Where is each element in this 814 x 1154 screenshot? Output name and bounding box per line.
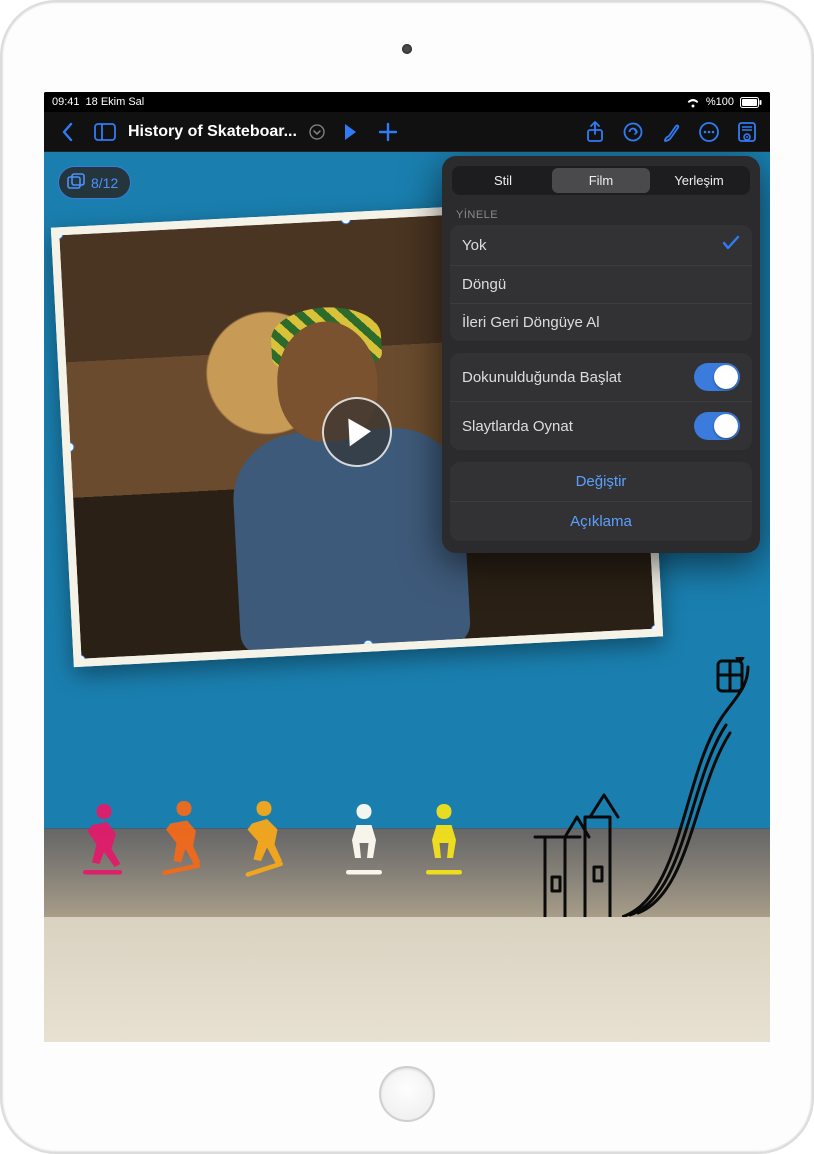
skater-graphic	[234, 792, 294, 882]
status-bar: 09:41 18 Ekim Sal %100	[44, 92, 770, 112]
repeat-options: Yok Döngü İleri Geri Döngüye Al	[450, 225, 752, 341]
description-button[interactable]: Açıklama	[450, 501, 752, 541]
format-popover: Stil Film Yerleşim YİNELE Yok Döngü	[442, 156, 760, 553]
tab-style[interactable]: Stil	[454, 168, 552, 193]
play-across-slides-toggle[interactable]	[694, 412, 740, 440]
front-camera	[402, 44, 412, 54]
description-label: Açıklama	[450, 513, 752, 530]
slide-counter: 8/12	[91, 175, 118, 191]
repeat-option-label: İleri Geri Döngüye Al	[462, 314, 740, 331]
slide-navigator-button[interactable]: 8/12	[58, 166, 131, 199]
status-date: 18 Ekim Sal	[86, 96, 145, 108]
repeat-option-loop[interactable]: Döngü	[450, 265, 752, 303]
play-across-slides-row: Slaytlarda Oynat	[450, 401, 752, 450]
skater-graphic	[154, 792, 214, 882]
repeat-option-bounce[interactable]: İleri Geri Döngüye Al	[450, 303, 752, 341]
repeat-section-header: YİNELE	[442, 199, 760, 225]
format-paintbrush-button[interactable]	[654, 115, 688, 149]
tab-layout[interactable]: Yerleşim	[650, 168, 748, 193]
replace-label: Değiştir	[450, 473, 752, 490]
selection-handle[interactable]	[650, 624, 661, 635]
wifi-icon	[686, 97, 700, 108]
ipad-device-frame: 09:41 18 Ekim Sal %100 History of Skateb…	[0, 0, 814, 1154]
action-buttons: Değiştir Açıklama	[450, 462, 752, 541]
start-on-tap-row: Dokunulduğunda Başlat	[450, 353, 752, 401]
animate-button[interactable]	[616, 115, 650, 149]
battery-icon	[740, 97, 762, 108]
selection-handle[interactable]	[75, 655, 86, 666]
slide-canvas[interactable]: 8/12 Stil Film Yerleşim YİNELE Yok	[44, 152, 770, 1042]
document-title[interactable]: History of Skateboar...	[128, 123, 297, 141]
play-across-slides-label: Slaytlarda Oynat	[462, 418, 694, 435]
slides-icon	[67, 173, 85, 192]
screen: 09:41 18 Ekim Sal %100 History of Skateb…	[44, 92, 770, 1042]
playback-toggles: Dokunulduğunda Başlat Slaytlarda Oynat	[450, 353, 752, 450]
skater-graphic	[414, 792, 474, 882]
start-on-tap-label: Dokunulduğunda Başlat	[462, 369, 694, 386]
status-time: 09:41	[52, 96, 80, 108]
more-button[interactable]	[692, 115, 726, 149]
home-button[interactable]	[379, 1066, 435, 1122]
skater-graphic	[74, 792, 134, 882]
doodle-ramp	[622, 657, 752, 917]
share-button[interactable]	[578, 115, 612, 149]
selection-handle[interactable]	[363, 639, 374, 650]
skater-graphic	[334, 792, 394, 882]
status-battery-text: %100	[706, 96, 734, 108]
checkmark-icon	[722, 235, 740, 255]
app-toolbar: History of Skateboar...	[44, 112, 770, 152]
format-tabs: Stil Film Yerleşim	[452, 166, 750, 195]
play-presentation-button[interactable]	[333, 115, 367, 149]
repeat-option-label: Yok	[462, 237, 722, 254]
title-menu-chevron-icon[interactable]	[305, 115, 329, 149]
sidebar-toggle-button[interactable]	[88, 115, 122, 149]
start-on-tap-toggle[interactable]	[694, 363, 740, 391]
back-button[interactable]	[50, 115, 84, 149]
presenter-notes-button[interactable]	[730, 115, 764, 149]
replace-media-button[interactable]: Değiştir	[450, 462, 752, 501]
add-button[interactable]	[371, 115, 405, 149]
tab-film[interactable]: Film	[552, 168, 650, 193]
repeat-option-label: Döngü	[462, 276, 740, 293]
repeat-option-none[interactable]: Yok	[450, 225, 752, 265]
